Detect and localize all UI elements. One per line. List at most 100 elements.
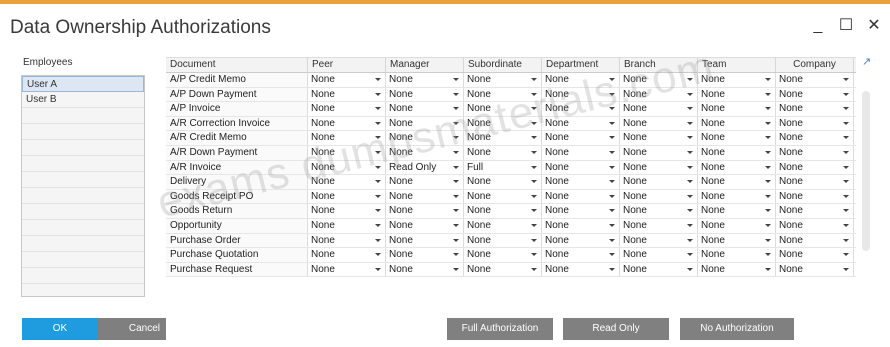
authorization-select[interactable]: None [776,73,854,87]
dropdown-arrow-icon[interactable] [765,136,771,140]
dropdown-arrow-icon[interactable] [609,165,615,169]
dropdown-arrow-icon[interactable] [843,78,849,81]
dropdown-arrow-icon[interactable] [375,223,381,227]
dropdown-arrow-icon[interactable] [765,107,771,111]
authorization-select[interactable]: None [464,131,542,145]
authorization-select[interactable]: None [620,145,698,160]
authorization-select[interactable]: None [386,233,464,248]
dropdown-arrow-icon[interactable] [375,78,381,81]
dropdown-arrow-icon[interactable] [843,180,849,184]
authorization-select[interactable]: None [308,160,386,175]
read-only-button[interactable]: Read Only [563,318,669,340]
dropdown-arrow-icon[interactable] [375,165,381,169]
dropdown-arrow-icon[interactable] [375,92,381,96]
authorization-select[interactable]: None [386,218,464,233]
authorization-select[interactable]: None [542,102,620,116]
vertical-scrollbar[interactable] [862,91,870,251]
authorization-select[interactable]: None [464,73,542,87]
dropdown-arrow-icon[interactable] [687,209,693,213]
dropdown-arrow-icon[interactable] [375,150,381,154]
dropdown-arrow-icon[interactable] [687,267,693,271]
dropdown-arrow-icon[interactable] [531,121,537,125]
authorization-select[interactable]: None [386,248,464,262]
authorization-select[interactable]: None [308,116,386,131]
authorization-select[interactable]: None [464,145,542,160]
dropdown-arrow-icon[interactable] [531,136,537,140]
authorization-select[interactable]: None [386,145,464,160]
dropdown-arrow-icon[interactable] [453,180,459,184]
column-header-company[interactable]: Company [776,58,854,72]
dropdown-arrow-icon[interactable] [453,238,459,242]
authorization-select[interactable]: None [542,131,620,145]
authorization-select[interactable]: None [542,233,620,248]
authorization-select[interactable]: None [776,87,854,102]
dropdown-arrow-icon[interactable] [687,78,693,81]
dropdown-arrow-icon[interactable] [453,107,459,111]
column-header-branch[interactable]: Branch [620,58,698,72]
dropdown-arrow-icon[interactable] [765,253,771,257]
dropdown-arrow-icon[interactable] [687,165,693,169]
authorization-select[interactable]: None [776,262,854,277]
dropdown-arrow-icon[interactable] [453,165,459,169]
dropdown-arrow-icon[interactable] [687,180,693,184]
authorization-select[interactable]: None [542,145,620,160]
dropdown-arrow-icon[interactable] [843,150,849,154]
dropdown-arrow-icon[interactable] [687,194,693,198]
dropdown-arrow-icon[interactable] [531,253,537,257]
dropdown-arrow-icon[interactable] [531,209,537,213]
authorization-select[interactable]: None [620,233,698,248]
employee-row[interactable] [22,268,144,284]
cancel-button[interactable]: Cancel [98,318,166,340]
authorization-select[interactable]: None [620,160,698,175]
dropdown-arrow-icon[interactable] [609,238,615,242]
authorization-select[interactable]: None [776,145,854,160]
authorization-select[interactable]: None [464,189,542,204]
dropdown-arrow-icon[interactable] [453,121,459,125]
employee-row[interactable] [22,156,144,172]
employee-row[interactable] [22,108,144,124]
authorization-select[interactable]: None [620,175,698,189]
authorization-select[interactable]: None [776,131,854,145]
employee-row[interactable] [22,172,144,188]
dropdown-arrow-icon[interactable] [765,209,771,213]
column-header-team[interactable]: Team [698,58,776,72]
dropdown-arrow-icon[interactable] [531,107,537,111]
authorization-select[interactable]: None [464,87,542,102]
dropdown-arrow-icon[interactable] [843,92,849,96]
authorization-select[interactable]: None [542,189,620,204]
employee-row[interactable] [22,236,144,252]
authorization-select[interactable]: None [308,262,386,277]
employee-row[interactable] [22,188,144,204]
authorization-select[interactable]: None [308,102,386,116]
authorization-select[interactable]: None [776,160,854,175]
dropdown-arrow-icon[interactable] [765,194,771,198]
authorization-select[interactable]: None [386,116,464,131]
no-authorization-button[interactable]: No Authorization [680,318,794,340]
authorization-select[interactable]: None [386,73,464,87]
dropdown-arrow-icon[interactable] [375,238,381,242]
authorization-select[interactable]: None [620,87,698,102]
dropdown-arrow-icon[interactable] [687,253,693,257]
dropdown-arrow-icon[interactable] [765,180,771,184]
authorization-select[interactable]: None [620,116,698,131]
dropdown-arrow-icon[interactable] [687,150,693,154]
minimize-icon[interactable]: _ [810,18,826,34]
authorization-select[interactable]: None [308,248,386,262]
authorization-select[interactable]: None [698,262,776,277]
authorization-select[interactable]: None [464,262,542,277]
dropdown-arrow-icon[interactable] [687,136,693,140]
dropdown-arrow-icon[interactable] [687,107,693,111]
authorization-select[interactable]: None [698,116,776,131]
authorization-select[interactable]: None [386,262,464,277]
authorization-select[interactable]: Read Only [386,160,464,175]
authorization-select[interactable]: None [308,131,386,145]
dropdown-arrow-icon[interactable] [843,253,849,257]
dropdown-arrow-icon[interactable] [843,238,849,242]
dropdown-arrow-icon[interactable] [765,150,771,154]
authorization-select[interactable]: None [542,73,620,87]
authorization-select[interactable]: None [464,218,542,233]
authorization-select[interactable]: None [464,116,542,131]
authorization-select[interactable]: None [308,204,386,218]
authorization-select[interactable]: None [464,204,542,218]
dropdown-arrow-icon[interactable] [375,180,381,184]
